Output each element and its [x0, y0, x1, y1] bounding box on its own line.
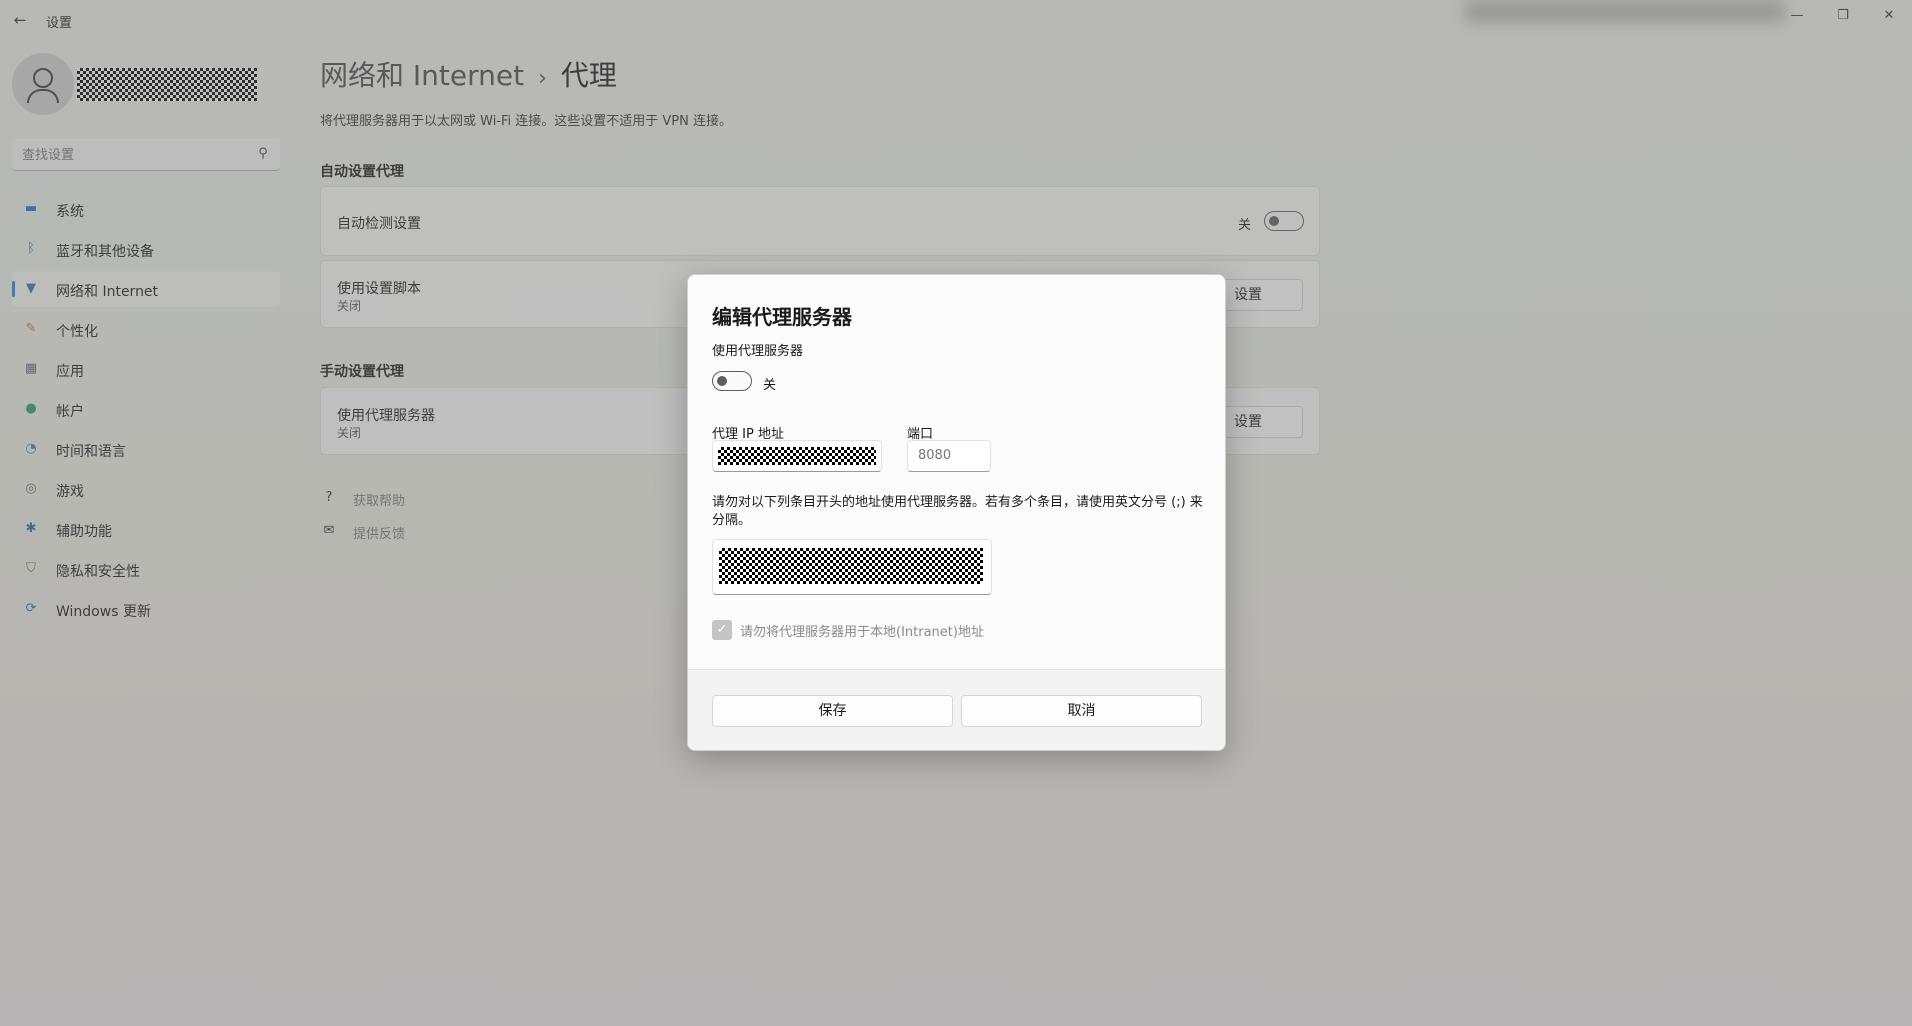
save-button[interactable]: 保存: [712, 695, 953, 727]
use-proxy-state: 关: [763, 378, 777, 393]
local-bypass-checkbox[interactable]: ✓: [712, 620, 732, 640]
use-proxy-toggle[interactable]: [712, 371, 752, 391]
bypass-note: 请勿对以下列条目开头的地址使用代理服务器。若有多个条目，请使用英文分号 (;) …: [712, 495, 1203, 528]
bypass-list-field[interactable]: [712, 539, 992, 595]
redacted-ip-value: [718, 447, 876, 465]
dialog-footer: 保存 取消: [688, 669, 1225, 750]
local-bypass-label: 请勿将代理服务器用于本地(Intranet)地址: [740, 625, 984, 640]
port-field[interactable]: [907, 440, 991, 472]
dialog-title: 编辑代理服务器: [712, 305, 852, 329]
proxy-ip-field[interactable]: [712, 440, 882, 472]
cancel-button[interactable]: 取消: [961, 695, 1202, 727]
edit-proxy-dialog: 编辑代理服务器 使用代理服务器 关 代理 IP 地址 端口 请勿对以下列条目开头…: [687, 274, 1226, 751]
redacted-bypass-list: [719, 548, 983, 584]
port-input[interactable]: [918, 448, 978, 463]
toggle-knob: [717, 376, 727, 386]
use-proxy-label: 使用代理服务器: [712, 344, 804, 359]
